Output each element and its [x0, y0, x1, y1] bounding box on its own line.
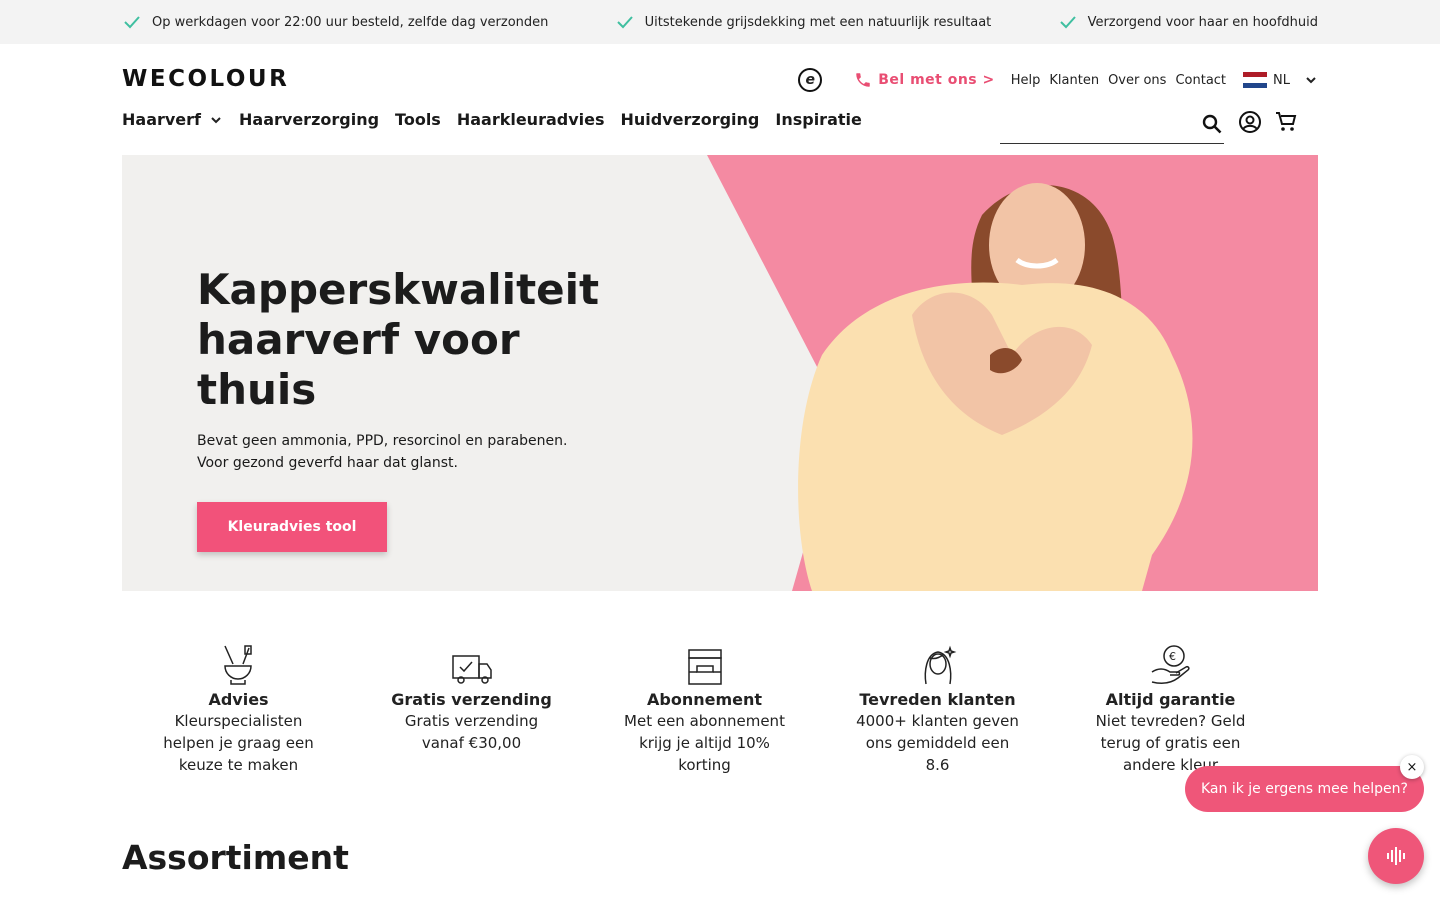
call-link[interactable]: Bel met ons > [854, 71, 995, 89]
main-nav: Haarverf Haarverzorging Tools Haarkleura… [122, 110, 862, 129]
nav-item-haarkleuradvies[interactable]: Haarkleuradvies [457, 110, 605, 129]
call-label: Bel met ons > [878, 72, 995, 88]
chevron-down-icon [211, 116, 221, 123]
nav-item-haarverf[interactable]: Haarverf [122, 110, 223, 129]
chat-close-button[interactable]: × [1400, 755, 1424, 779]
utility-bar: e Bel met ons > Help Klanten Over ons Co… [798, 68, 1318, 92]
nav-item-haarverzorging[interactable]: Haarverzorging [239, 110, 379, 129]
customer-icon [924, 645, 956, 685]
box-icon [687, 649, 722, 685]
guarantee-icon: € [1151, 645, 1190, 684]
feature-text: Kleurspecialisten helpen je graag een ke… [163, 712, 314, 774]
check-icon [124, 16, 140, 29]
check-icon [616, 16, 633, 29]
feature-title: Tevreden klanten [859, 690, 1016, 709]
section-title: Assortiment [122, 838, 349, 877]
feature-item: Tevreden klanten 4000+ klanten geven ons… [821, 640, 1054, 776]
hero-banner: Kapperskwaliteit haarverf voor thuis Bev… [122, 155, 1318, 591]
nav-item-huidverzorging[interactable]: Huidverzorging [621, 110, 760, 129]
feature-text: Met een abonnement krijg je altijd 10% k… [624, 712, 785, 774]
nav-item-inspiratie[interactable]: Inspiratie [775, 110, 861, 129]
feature-title: Advies [208, 690, 269, 709]
klanten-link[interactable]: Klanten [1049, 73, 1099, 88]
hero-text: Bevat geen ammonia, PPD, resorcinol en p… [197, 430, 597, 474]
feature-title: Abonnement [646, 690, 763, 709]
search-input[interactable] [1000, 106, 1224, 144]
trusted-shops-badge[interactable]: e [798, 68, 823, 92]
feature-text: 4000+ klanten geven ons gemiddeld een 8.… [856, 712, 1019, 774]
tools-icon [223, 645, 252, 685]
cart-icon[interactable] [1274, 110, 1298, 134]
feature-title: Altijd garantie [1105, 690, 1236, 709]
flag-nl-icon [1243, 72, 1268, 88]
usp-item: Uitstekende grijsdekking met een natuurl… [615, 12, 992, 32]
feature-item: € Altijd garantie Niet tevreden? Geld te… [1054, 640, 1287, 776]
contact-link[interactable]: Contact [1175, 73, 1226, 88]
search-icon[interactable] [1200, 112, 1224, 136]
chat-prompt[interactable]: Kan ik je ergens mee helpen? [1185, 766, 1424, 812]
feature-text: Gratis verzending vanaf €30,00 [404, 712, 539, 752]
usp-bar: Op werkdagen voor 22:00 uur besteld, zel… [0, 0, 1440, 44]
language-label: NL [1273, 72, 1290, 88]
account-icon[interactable] [1238, 110, 1262, 134]
feature-row: Advies Kleurspecialisten helpen je graag… [122, 640, 1318, 776]
logo[interactable]: WECOLOUR [122, 66, 289, 92]
voice-wave-icon [1387, 847, 1405, 865]
over-ons-link[interactable]: Over ons [1108, 73, 1166, 88]
usp-item: Op werkdagen voor 22:00 uur besteld, zel… [122, 12, 548, 32]
kleuradvies-button[interactable]: Kleuradvies tool [197, 502, 387, 552]
nav-label: Haarverf [122, 110, 202, 129]
feature-item: Gratis verzending Gratis verzending vana… [355, 640, 588, 776]
phone-icon [856, 73, 870, 87]
usp-text: Uitstekende grijsdekking met een natuurl… [644, 14, 992, 30]
hero-title: Kapperskwaliteit haarverf voor thuis [197, 265, 600, 414]
feature-item: Abonnement Met een abonnement krijg je a… [588, 640, 821, 776]
truck-icon [451, 655, 492, 684]
hero-text-line2: Voor gezond geverfd haar dat glanst. [197, 455, 458, 471]
feature-title: Gratis verzending [391, 690, 552, 709]
svg-text:€: € [1169, 650, 1176, 663]
usp-text: Verzorgend voor haar en hoofdhuid [1087, 14, 1318, 30]
nav-item-tools[interactable]: Tools [395, 110, 441, 129]
check-icon [1059, 16, 1076, 29]
help-link[interactable]: Help [1011, 73, 1041, 88]
chat-launcher-button[interactable] [1368, 828, 1424, 884]
feature-item: Advies Kleurspecialisten helpen je graag… [122, 640, 355, 776]
language-selector[interactable]: NL [1243, 72, 1318, 88]
chevron-down-icon [1306, 77, 1316, 84]
usp-text: Op werkdagen voor 22:00 uur besteld, zel… [152, 14, 549, 30]
hero-text-line1: Bevat geen ammonia, PPD, resorcinol en p… [197, 433, 568, 449]
usp-item: Verzorgend voor haar en hoofdhuid [1058, 12, 1318, 32]
